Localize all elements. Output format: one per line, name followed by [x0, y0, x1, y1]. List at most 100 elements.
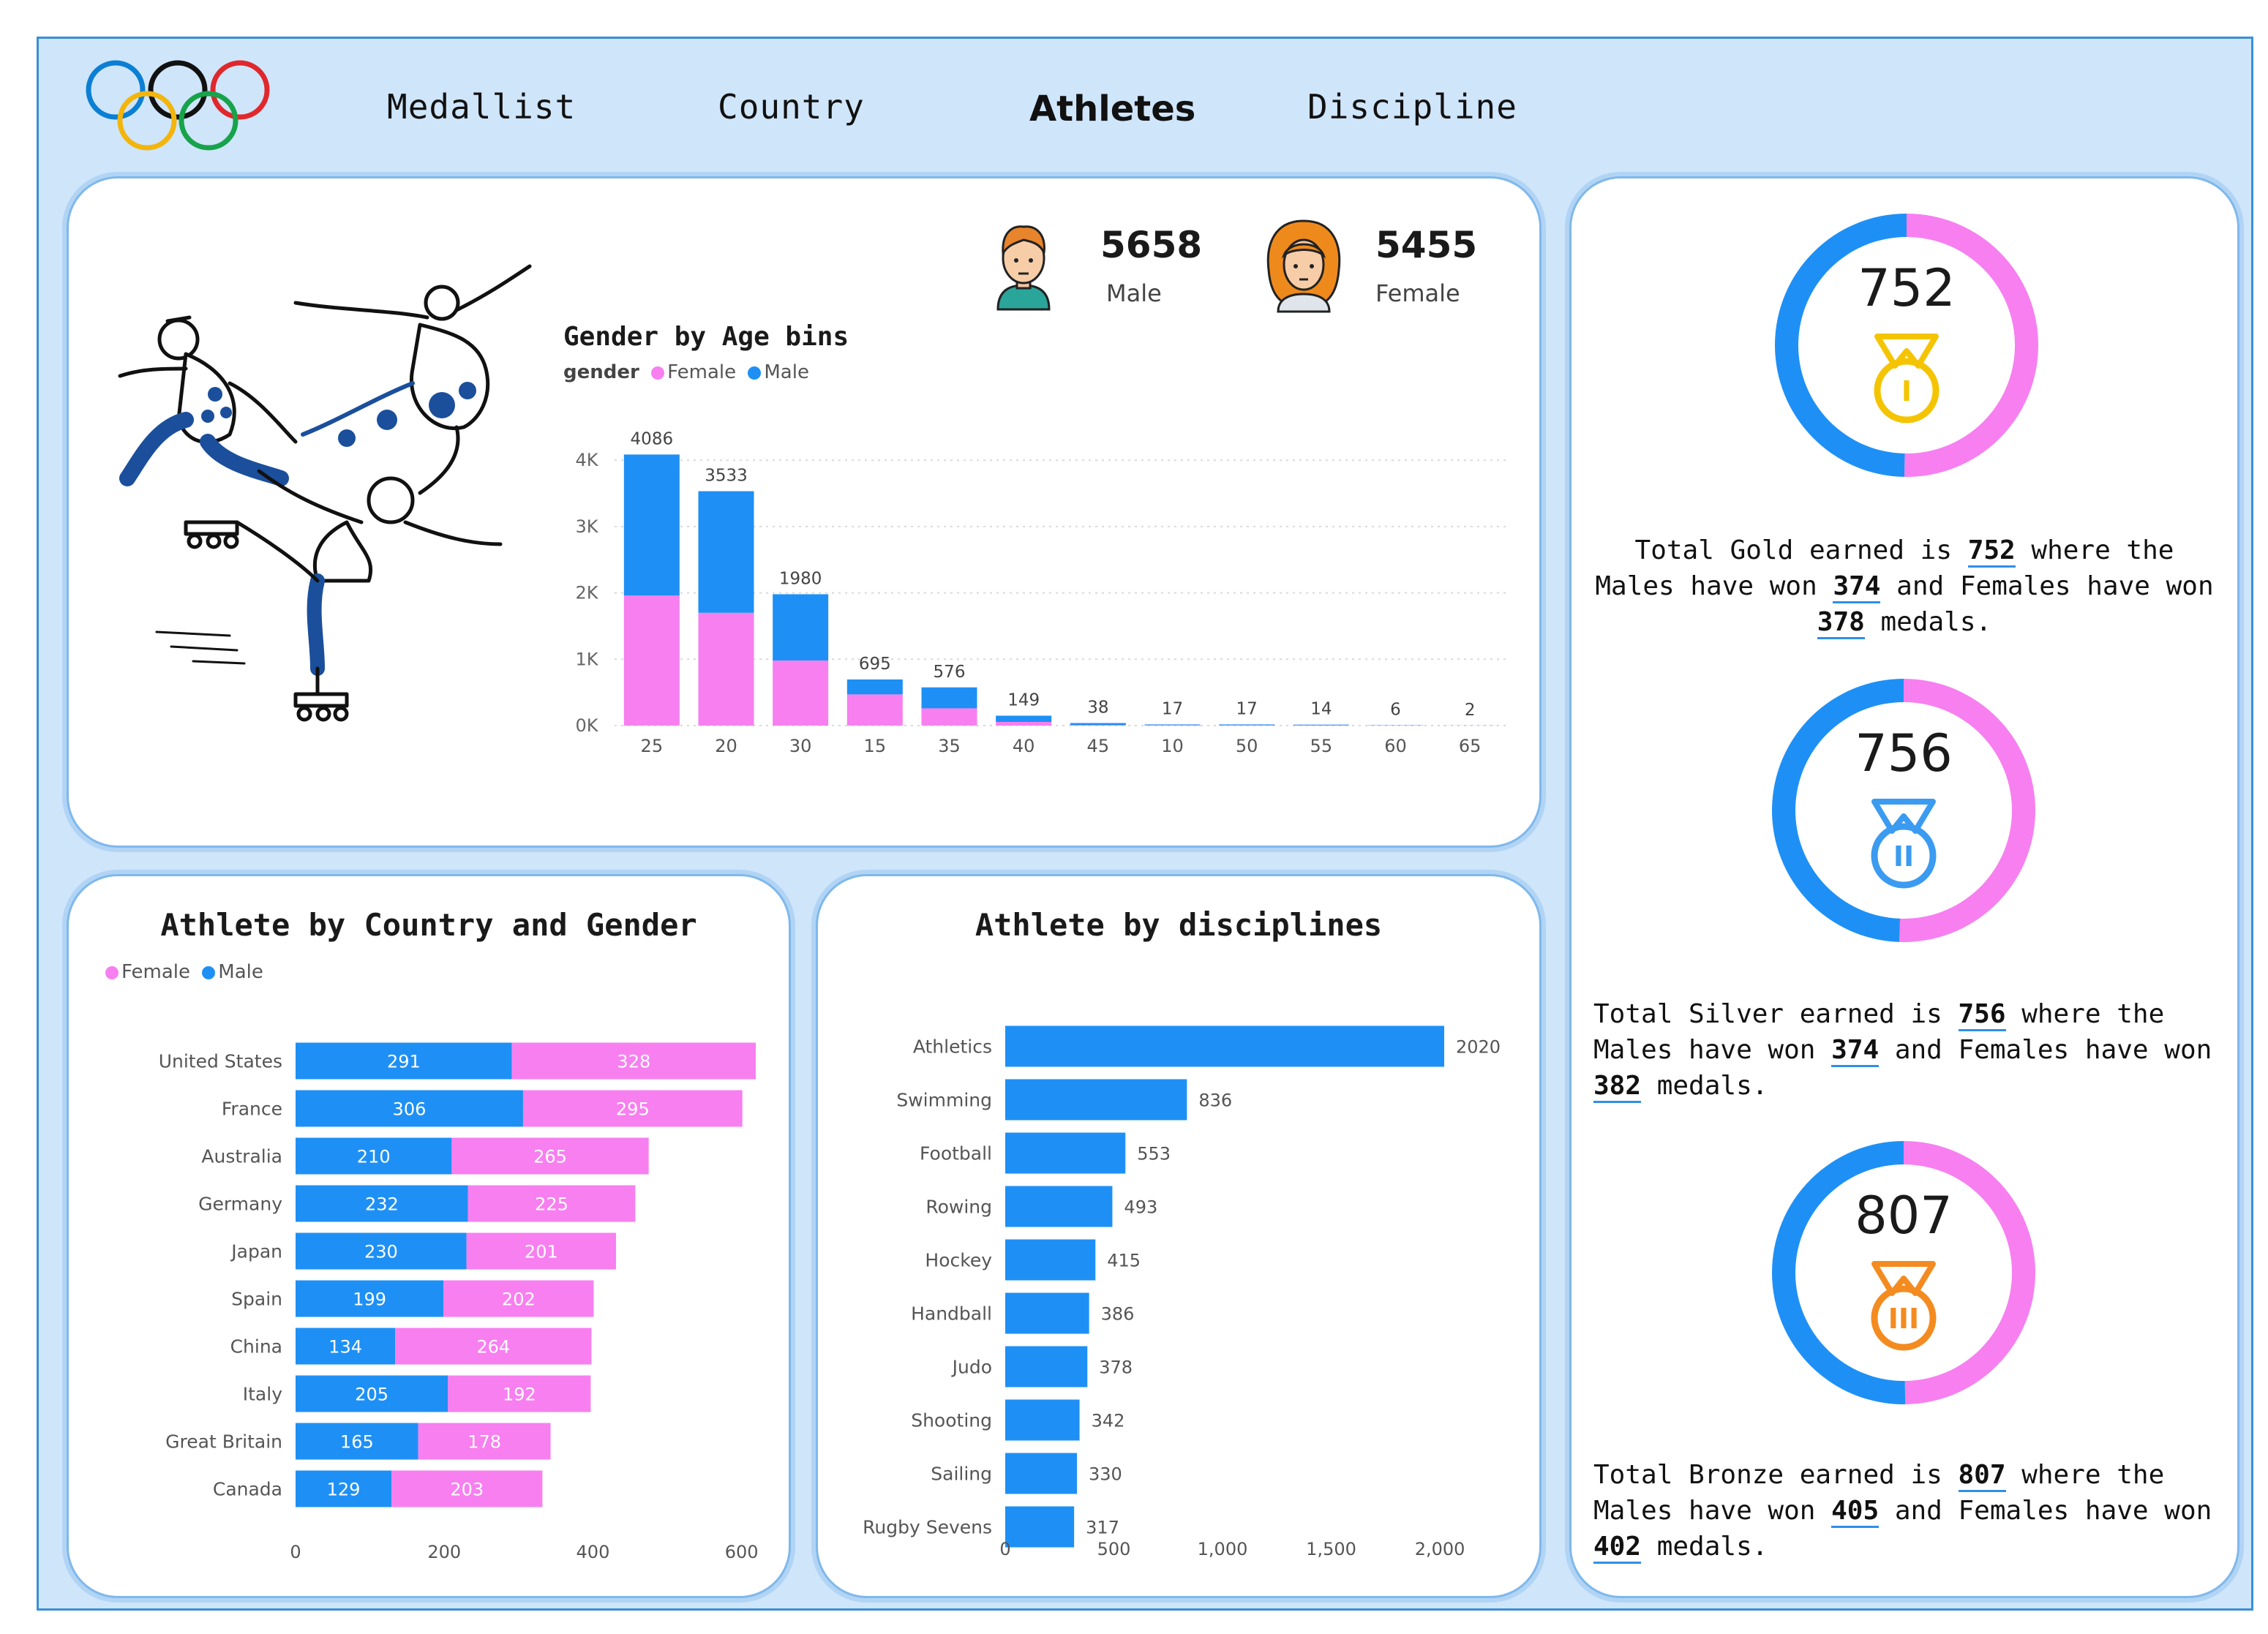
y-category-label: Rowing [925, 1197, 992, 1218]
x-tick-label: 0 [999, 1539, 1010, 1559]
male-legend-dot [748, 366, 762, 380]
x-tick-label: 65 [1459, 736, 1482, 756]
bar-total-label: 576 [934, 663, 966, 682]
bar-value-label: 386 [1101, 1304, 1135, 1325]
y-category-label: Australia [201, 1146, 282, 1167]
bar-male-label: 230 [364, 1242, 398, 1262]
bar-male[interactable] [996, 715, 1052, 723]
bar-female[interactable] [1144, 725, 1201, 726]
x-tick-label: 1,000 [1198, 1539, 1248, 1559]
x-tick-label: 0 [290, 1542, 301, 1562]
bar-female-label: 202 [502, 1289, 536, 1310]
discipline-chart-title: Athlete by disciplines [975, 907, 1383, 943]
bar-value-label: 415 [1107, 1251, 1141, 1271]
donut-male-segment[interactable] [1775, 214, 1907, 477]
bar-female[interactable] [623, 595, 680, 726]
bronze-medal-icon: III [1871, 1261, 1937, 1351]
bar-discipline[interactable] [1005, 1186, 1113, 1227]
bar-male[interactable] [1293, 724, 1349, 726]
bar-female-label: 201 [525, 1242, 558, 1262]
bar-female[interactable] [773, 660, 829, 726]
bar-female[interactable] [698, 612, 754, 726]
bar-male[interactable] [1219, 724, 1275, 726]
nav-medallist[interactable]: Medallist [387, 87, 576, 127]
gold-female-value: 378 [1817, 607, 1865, 639]
bar-discipline[interactable] [1005, 1239, 1096, 1281]
bar-female[interactable] [921, 708, 977, 726]
y-tick-label: 4K [575, 450, 598, 470]
bar-discipline[interactable] [1005, 1025, 1444, 1067]
bar-male-label: 165 [340, 1432, 374, 1453]
male-legend-dot [202, 965, 216, 979]
bar-male-label: 306 [393, 1099, 427, 1120]
y-category-label: Judo [951, 1357, 992, 1378]
bar-value-label: 836 [1198, 1091, 1232, 1111]
bar-female[interactable] [1070, 725, 1126, 726]
discipline-chart: Athletics 2020 Swimming 836 Football 553 Rowin… [863, 1025, 1501, 1559]
silver-summary-text: Total Silver earned is 756 where the Mal… [1572, 996, 2237, 1104]
bronze-donut-chart: 807 III [1772, 1141, 2035, 1404]
bar-total-label: 1980 [779, 569, 822, 588]
donut-male-segment[interactable] [1772, 1141, 1906, 1404]
donut-male-segment[interactable] [1772, 679, 1904, 942]
gold-medal-icon: I [1874, 334, 1940, 423]
bar-male[interactable] [773, 594, 829, 661]
y-category-label: France [222, 1099, 282, 1120]
bar-male[interactable] [921, 687, 977, 709]
y-category-label: Football [920, 1143, 992, 1164]
bar-male[interactable] [846, 679, 903, 695]
nav-athletes[interactable]: Athletes [1029, 89, 1195, 129]
bar-female-label: 203 [450, 1480, 484, 1500]
bar-total-label: 14 [1310, 700, 1332, 719]
bar-male[interactable] [698, 491, 754, 613]
age-chart-legend: gender Female Male [563, 361, 809, 383]
bar-female[interactable] [996, 722, 1052, 726]
female-legend-dot [105, 965, 119, 979]
bar-discipline[interactable] [1005, 1079, 1187, 1121]
bar-discipline[interactable] [1005, 1292, 1089, 1334]
donut-female-segment[interactable] [1899, 679, 2036, 942]
nav-discipline[interactable]: Discipline [1307, 87, 1517, 127]
bar-discipline[interactable] [1005, 1453, 1078, 1494]
bar-discipline[interactable] [1005, 1132, 1126, 1174]
summary-part: Total Gold earned is [1634, 535, 1968, 565]
summary-part: Males have won [1593, 1496, 1832, 1526]
y-category-label: Swimming [896, 1090, 992, 1111]
bar-female-label: 264 [476, 1337, 510, 1358]
x-tick-label: 400 [577, 1542, 610, 1562]
bar-value-label: 2020 [1456, 1037, 1501, 1058]
dashboard-frame: Medallist Country Athletes Discipline 56… [37, 37, 2253, 1611]
bar-male[interactable] [623, 454, 680, 596]
donut-female-segment[interactable] [1904, 214, 2039, 477]
bar-male[interactable] [1070, 723, 1126, 726]
bar-male-label: 232 [365, 1194, 399, 1215]
bar-total-label: 38 [1087, 699, 1108, 718]
bar-total-label: 695 [859, 655, 891, 674]
legend-female: Female [667, 361, 737, 383]
x-tick-label: 55 [1310, 736, 1333, 756]
country-gender-chart: United States 291 328 France 306 295 Australia… [159, 1042, 759, 1562]
legend-female: Female [121, 961, 191, 983]
country-chart-title: Athlete by Country and Gender [160, 907, 697, 943]
bar-female-label: 225 [535, 1194, 568, 1215]
x-tick-label: 500 [1097, 1539, 1131, 1559]
bar-female-label: 178 [468, 1432, 501, 1453]
donut-female-segment[interactable] [1904, 1141, 2035, 1404]
bar-discipline[interactable] [1005, 1346, 1088, 1388]
y-category-label: Spain [231, 1289, 282, 1310]
bar-female[interactable] [846, 694, 903, 726]
x-tick-label: 200 [427, 1542, 461, 1562]
female-legend-dot [651, 366, 665, 380]
bar-discipline[interactable] [1005, 1399, 1080, 1441]
y-category-label: Handball [911, 1303, 992, 1325]
x-tick-label: 45 [1087, 736, 1110, 756]
bronze-male-value: 405 [1831, 1496, 1880, 1528]
x-tick-label: 600 [725, 1542, 759, 1562]
nav-country[interactable]: Country [718, 87, 865, 127]
x-tick-label: 20 [715, 736, 737, 756]
bar-male[interactable] [1144, 724, 1201, 726]
legend-title: gender [563, 361, 639, 383]
gold-summary-text: Total Gold earned is 752 where the Males… [1572, 532, 2237, 640]
bar-discipline[interactable] [1005, 1506, 1075, 1548]
y-category-label: Shooting [911, 1410, 992, 1431]
